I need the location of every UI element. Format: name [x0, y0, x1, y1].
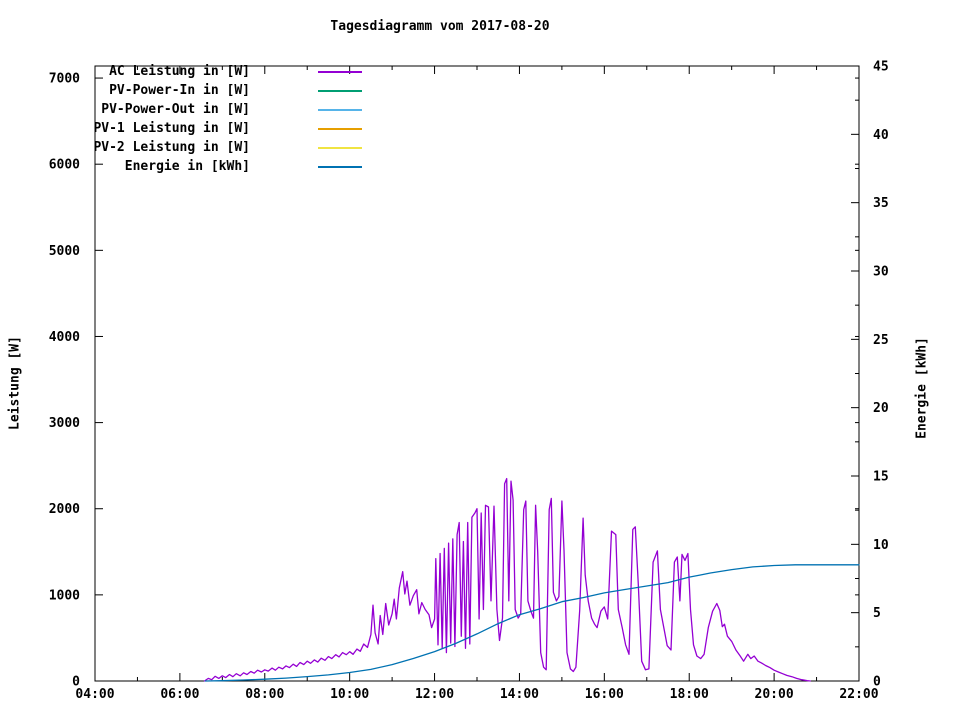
legend-entry: PV-Power-In in [W] [0, 82, 380, 100]
x-tick-label: 18:00 [670, 687, 709, 702]
x-tick-label: 16:00 [585, 687, 624, 702]
y-left-tick-label: 2000 [49, 502, 80, 517]
y-right-tick-label: 30 [873, 265, 889, 280]
y-right-tick-label: 5 [873, 606, 881, 621]
legend-label: Energie in [kWh] [124, 159, 250, 174]
chart: 04:00 06:00 08:00 10:00 12:00 14:00 16:00 18:00… [0, 0, 960, 720]
x-tick-label: 08:00 [245, 687, 284, 702]
y-right-tick-label: 20 [873, 401, 889, 416]
legend-line-sample [318, 166, 362, 168]
y-left-tick-label: 5000 [49, 244, 80, 259]
x-tick-label: 14:00 [500, 687, 539, 702]
y-right-tick-label: 45 [873, 60, 889, 75]
y-axis-label-right: Energie [kWh] [914, 337, 930, 439]
x-tick-label: 06:00 [160, 687, 199, 702]
y-right-tick-label: 0 [873, 675, 881, 690]
legend-entry: PV-1 Leistung in [W] [0, 120, 380, 138]
x-tick-label: 10:00 [330, 687, 369, 702]
series-line-5 [204, 564, 860, 682]
legend-label: PV-1 Leistung in [W] [93, 121, 250, 136]
legend-label: PV-2 Leistung in [W] [93, 140, 250, 155]
x-tick-label: 04:00 [75, 687, 114, 702]
legend-entry: AC Leistung in [W] [0, 63, 380, 81]
legend-line-sample [318, 90, 362, 92]
series-line-0 [203, 477, 811, 682]
y-left-tick-label: 3000 [49, 416, 80, 431]
y-right-tick-label: 40 [873, 128, 889, 143]
legend-line-sample [318, 128, 362, 130]
y-left-tick-label: 1000 [49, 588, 80, 603]
x-tick-label: 20:00 [755, 687, 794, 702]
y-axis-label-left: Leistung [W] [7, 336, 23, 430]
y-right-tick-label: 35 [873, 196, 889, 211]
legend-line-sample [318, 109, 362, 111]
y-left-tick-label: 0 [72, 675, 80, 690]
legend-label: PV-Power-In in [W] [109, 83, 250, 98]
y-right-tick-label: 25 [873, 333, 889, 348]
y-right-tick-label: 15 [873, 470, 889, 485]
legend-label: AC Leistung in [W] [109, 64, 250, 79]
legend-line-sample [318, 147, 362, 149]
y-left-tick-label: 4000 [49, 330, 80, 345]
y-right-tick-label: 10 [873, 538, 889, 553]
chart-title: Tagesdiagramm vom 2017-08-20 [330, 19, 550, 34]
legend-entry: PV-Power-Out in [W] [0, 101, 380, 119]
legend-entry: PV-2 Leistung in [W] [0, 139, 380, 157]
x-tick-label: 12:00 [415, 687, 454, 702]
legend-line-sample [318, 71, 362, 73]
legend-entry: Energie in [kWh] [0, 158, 380, 176]
legend-label: PV-Power-Out in [W] [101, 102, 250, 117]
